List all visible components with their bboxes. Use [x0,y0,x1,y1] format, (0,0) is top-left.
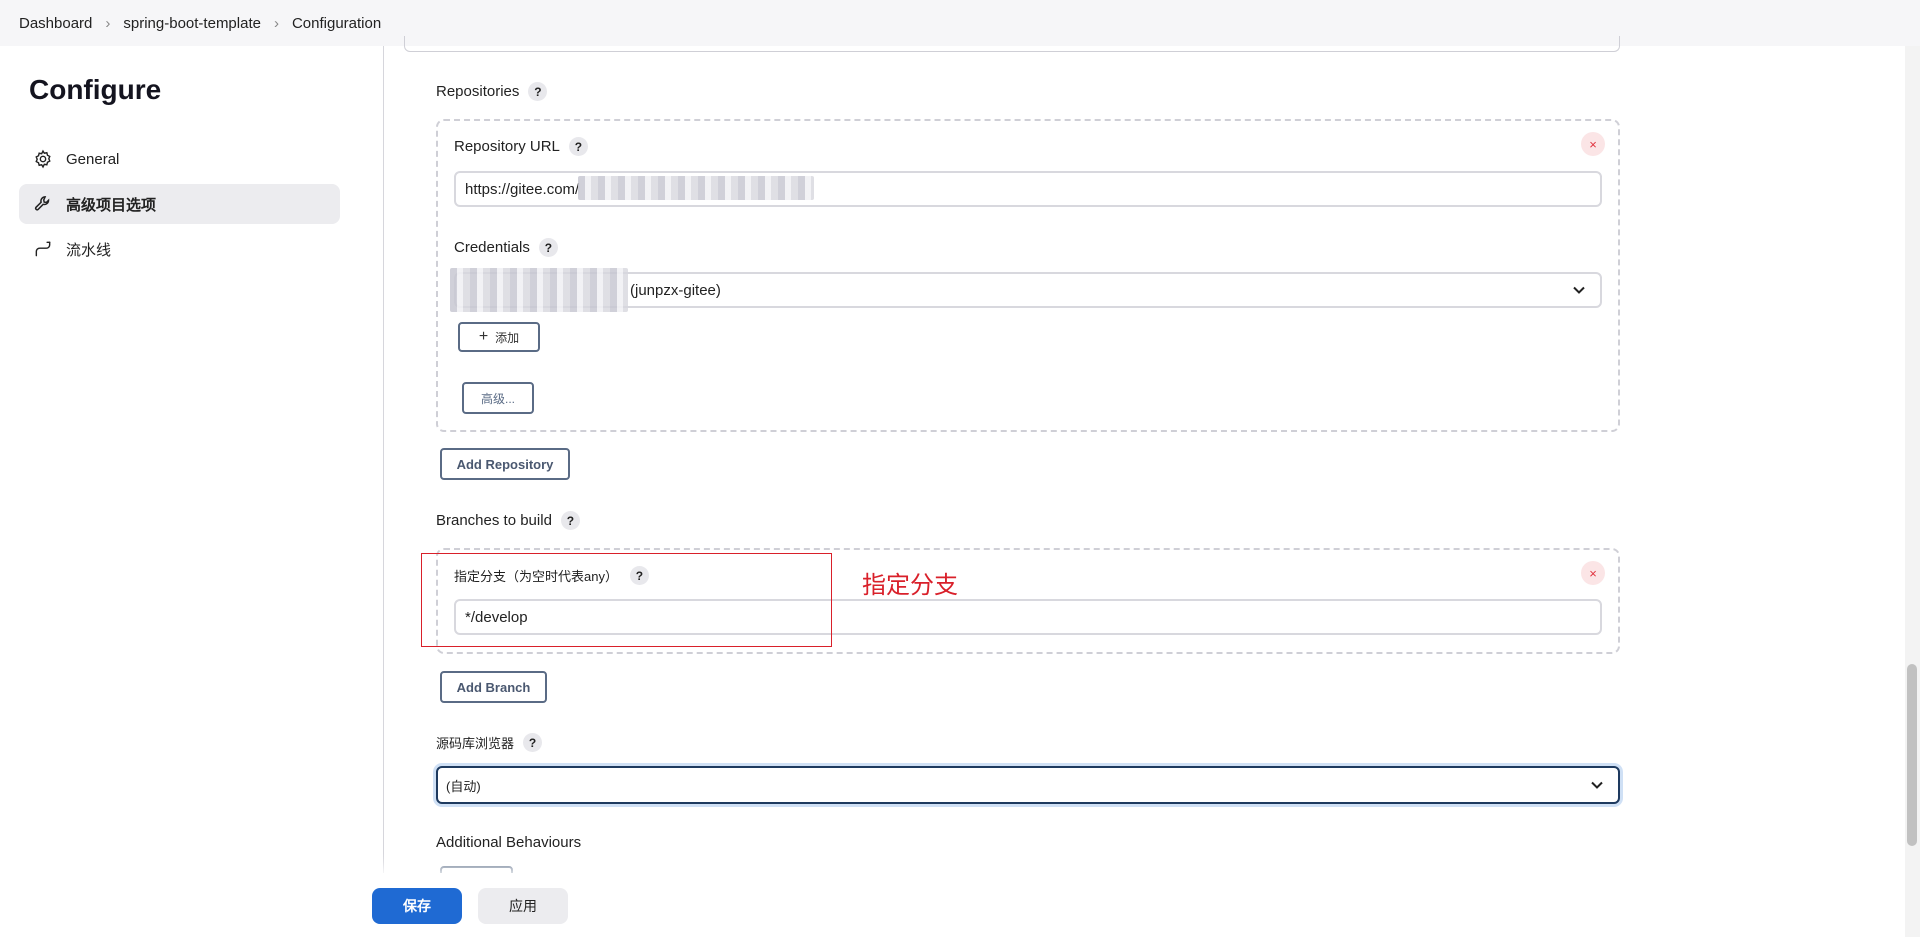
add-repository-button[interactable]: Add Repository [440,448,570,480]
repository-browser-select[interactable]: (自动) [436,766,1620,804]
annotation-text: 指定分支 [862,571,958,599]
help-icon[interactable]: ? [560,511,580,530]
pipeline-icon [32,238,54,260]
sidebar-divider [383,46,384,876]
repository-url-label: Repository URL ? [454,137,588,156]
help-icon[interactable]: ? [538,238,558,257]
branches-label: Branches to build ? [436,511,580,530]
wrench-icon [32,193,54,215]
sidebar-item-label: 流水线 [66,241,112,259]
sidebar-item-label: General [66,150,120,168]
sidebar-item-label: 高级项目选项 [66,196,157,214]
plus-icon: + [478,328,489,345]
previous-section-edge [404,36,1620,52]
help-icon[interactable]: ? [568,137,588,156]
sidebar-item-advanced[interactable]: 高级项目选项 [19,184,340,224]
repository-browser-label: 源码库浏览器 ? [436,733,543,752]
breadcrumb-project[interactable]: spring-boot-template [123,15,261,32]
annotation-highlight-box [421,553,832,647]
redacted-credentials [450,268,628,312]
chevron-down-icon [1573,286,1585,294]
remove-branch-button[interactable]: × [1581,561,1605,585]
sidebar-item-pipeline[interactable]: 流水线 [19,229,340,269]
remove-repository-button[interactable]: × [1581,132,1605,156]
page-title: Configure [29,74,162,105]
chevron-down-icon [1591,781,1603,789]
apply-button[interactable]: 应用 [478,888,568,924]
add-branch-button[interactable]: Add Branch [440,671,547,703]
repositories-label: Repositories ? [436,82,548,101]
breadcrumb-configuration[interactable]: Configuration [292,15,381,32]
credentials-label: Credentials ? [454,238,558,257]
redacted-url [578,176,814,200]
advanced-button[interactable]: 高级... [462,382,534,414]
save-button[interactable]: 保存 [372,888,462,924]
help-icon[interactable]: ? [523,733,543,752]
gear-icon [32,148,54,170]
additional-behaviours-label: Additional Behaviours [436,834,582,851]
add-credentials-button[interactable]: + 添加 [458,322,540,352]
chevron-right-icon: › [273,14,279,32]
sidebar-item-general[interactable]: General [19,139,340,179]
scrollbar-thumb[interactable] [1907,664,1917,846]
breadcrumb-dashboard[interactable]: Dashboard [19,15,92,32]
chevron-right-icon: › [105,14,111,32]
help-icon[interactable]: ? [528,82,548,101]
